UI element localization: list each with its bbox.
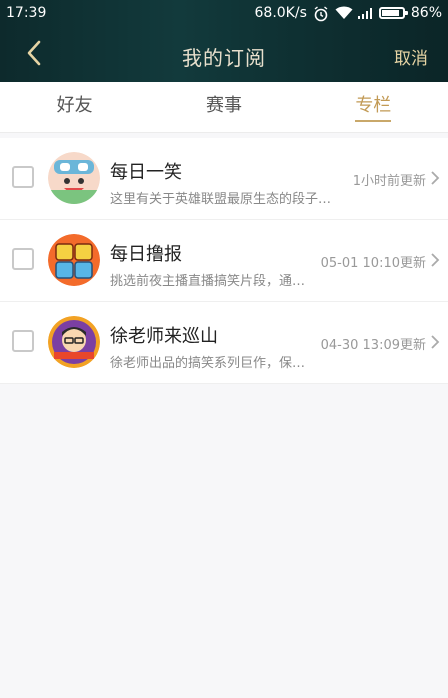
- wifi-icon: [335, 6, 353, 20]
- network-speed: 68.0K/s: [254, 5, 307, 21]
- battery-percent: 86%: [410, 5, 442, 21]
- tab-bar: 好友 赛事 专栏: [0, 82, 448, 133]
- item-description: 挑选前夜主播直播搞笑片段，通…: [110, 274, 306, 289]
- signal-icon: [357, 6, 373, 20]
- cancel-button[interactable]: 取消: [394, 44, 428, 69]
- item-name: 徐老师来巡山: [110, 326, 218, 347]
- item-description: 这里有关于英雄联盟最原生态的段子…: [110, 192, 332, 207]
- item-name: 每日撸报: [110, 244, 182, 265]
- tab-friends[interactable]: 好友: [0, 82, 149, 132]
- select-checkbox[interactable]: [12, 166, 34, 188]
- battery-icon: [378, 7, 408, 19]
- avatar: [48, 234, 100, 286]
- status-bar: 17:39 68.0K/s 86%: [0, 0, 448, 28]
- item-updated: 1小时前更新: [352, 174, 426, 189]
- alarm-icon: [313, 6, 329, 22]
- chevron-right-icon: [430, 252, 440, 268]
- list-item[interactable]: 徐老师来巡山 徐老师出品的搞笑系列巨作，保… 04-30 13:09更新: [0, 302, 448, 384]
- status-right: 68.0K/s 86%: [254, 5, 442, 22]
- top-bar: 17:39 68.0K/s 86% 我的订阅 取消: [0, 0, 448, 82]
- subscription-list: 每日一笑 这里有关于英雄联盟最原生态的段子… 1小时前更新 每日撸报 挑选前夜主…: [0, 138, 448, 384]
- item-description: 徐老师出品的搞笑系列巨作，保…: [110, 356, 306, 371]
- item-name: 每日一笑: [110, 162, 182, 183]
- item-updated: 05-01 10:10更新: [320, 256, 426, 271]
- header: 我的订阅 取消: [0, 28, 448, 82]
- avatar: [48, 152, 100, 204]
- chevron-right-icon: [430, 334, 440, 350]
- item-updated: 04-30 13:09更新: [320, 338, 426, 353]
- page-title: 我的订阅: [182, 46, 266, 70]
- chevron-right-icon: [430, 170, 440, 186]
- tab-columns[interactable]: 专栏: [299, 82, 448, 132]
- select-checkbox[interactable]: [12, 330, 34, 352]
- select-checkbox[interactable]: [12, 248, 34, 270]
- status-time: 17:39: [6, 5, 47, 21]
- tab-events[interactable]: 赛事: [149, 82, 298, 132]
- list-item[interactable]: 每日一笑 这里有关于英雄联盟最原生态的段子… 1小时前更新: [0, 138, 448, 220]
- list-item[interactable]: 每日撸报 挑选前夜主播直播搞笑片段，通… 05-01 10:10更新: [0, 220, 448, 302]
- avatar: [48, 316, 100, 368]
